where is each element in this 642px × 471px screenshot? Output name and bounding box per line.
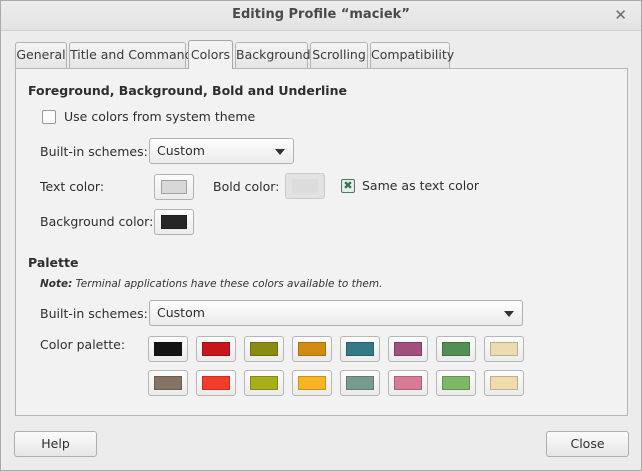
palette-color-button[interactable] bbox=[244, 336, 284, 362]
tab-background[interactable]: Background bbox=[235, 42, 311, 69]
bold-color-button[interactable] bbox=[285, 173, 325, 199]
palette-color-swatch bbox=[394, 376, 422, 390]
color-palette-label: Color palette: bbox=[40, 337, 126, 352]
bold-color-swatch bbox=[292, 179, 318, 193]
palette-color-swatch bbox=[202, 376, 230, 390]
fg-builtin-schemes-select[interactable]: Custom bbox=[149, 138, 294, 164]
use-system-theme-label: Use colors from system theme bbox=[64, 109, 256, 124]
palette-color-swatch bbox=[298, 342, 326, 356]
palette-color-button[interactable] bbox=[292, 336, 332, 362]
fg-builtin-schemes-label: Built-in schemes: bbox=[40, 144, 148, 159]
palette-color-button[interactable] bbox=[484, 370, 524, 396]
chevron-down-icon bbox=[504, 311, 514, 317]
palette-color-swatch bbox=[250, 342, 278, 356]
palette-builtin-schemes-select[interactable]: Custom bbox=[149, 300, 523, 326]
colors-panel: Foreground, Background, Bold and Underli… bbox=[15, 68, 628, 416]
palette-color-button[interactable] bbox=[148, 336, 188, 362]
bold-color-label: Bold color: bbox=[213, 179, 280, 194]
tab-general[interactable]: General bbox=[15, 42, 67, 69]
palette-section-title: Palette bbox=[28, 255, 79, 270]
profile-dialog: Editing Profile “maciek” ✕ General Title… bbox=[0, 0, 642, 471]
palette-color-swatch bbox=[154, 376, 182, 390]
close-button[interactable]: Close bbox=[546, 431, 629, 457]
tab-colors[interactable]: Colors bbox=[188, 40, 233, 69]
window-title: Editing Profile “maciek” bbox=[232, 7, 410, 22]
palette-builtin-schemes-label: Built-in schemes: bbox=[40, 306, 148, 321]
palette-note: Note: Terminal applications have these c… bbox=[40, 278, 382, 290]
palette-note-prefix: Note: bbox=[40, 278, 73, 290]
palette-color-button[interactable] bbox=[196, 370, 236, 396]
palette-color-button[interactable] bbox=[436, 336, 476, 362]
palette-color-button[interactable] bbox=[388, 370, 428, 396]
use-system-theme-checkbox[interactable] bbox=[42, 110, 56, 124]
tab-title-and-command[interactable]: Title and Command bbox=[69, 42, 193, 69]
bg-color-label: Background color: bbox=[40, 214, 154, 229]
palette-color-swatch bbox=[490, 376, 518, 390]
palette-color-swatch bbox=[346, 376, 374, 390]
same-as-text-checkbox[interactable]: ✖ bbox=[341, 179, 355, 193]
palette-color-swatch bbox=[346, 342, 374, 356]
title-bar[interactable]: Editing Profile “maciek” ✕ bbox=[1, 1, 641, 31]
bg-color-swatch bbox=[161, 215, 187, 229]
palette-color-button[interactable] bbox=[340, 370, 380, 396]
palette-color-button[interactable] bbox=[484, 336, 524, 362]
palette-color-swatch bbox=[298, 376, 326, 390]
bg-color-button[interactable] bbox=[154, 209, 194, 235]
chevron-down-icon bbox=[275, 149, 285, 155]
palette-color-button[interactable] bbox=[388, 336, 428, 362]
help-button[interactable]: Help bbox=[14, 431, 97, 457]
text-color-label: Text color: bbox=[40, 179, 105, 194]
palette-color-button[interactable] bbox=[196, 336, 236, 362]
text-color-swatch bbox=[161, 180, 187, 194]
fg-section-title: Foreground, Background, Bold and Underli… bbox=[28, 83, 347, 98]
palette-color-swatch bbox=[442, 342, 470, 356]
palette-color-button[interactable] bbox=[244, 370, 284, 396]
close-window-icon[interactable]: ✕ bbox=[614, 6, 627, 24]
palette-color-swatch bbox=[490, 342, 518, 356]
palette-color-swatch bbox=[250, 376, 278, 390]
palette-note-text: Terminal applications have these colors … bbox=[72, 278, 383, 290]
fg-builtin-schemes-value: Custom bbox=[157, 143, 205, 158]
tab-scrolling[interactable]: Scrolling bbox=[310, 42, 368, 69]
palette-color-button[interactable] bbox=[148, 370, 188, 396]
palette-builtin-schemes-value: Custom bbox=[157, 305, 205, 320]
palette-color-button[interactable] bbox=[292, 370, 332, 396]
tab-compatibility[interactable]: Compatibility bbox=[370, 42, 454, 69]
same-as-text-label: Same as text color bbox=[362, 178, 480, 193]
palette-color-button[interactable] bbox=[436, 370, 476, 396]
palette-color-swatch bbox=[202, 342, 230, 356]
palette-color-swatch bbox=[154, 342, 182, 356]
palette-color-swatch bbox=[442, 376, 470, 390]
palette-color-swatch bbox=[394, 342, 422, 356]
text-color-button[interactable] bbox=[154, 174, 194, 200]
palette-color-button[interactable] bbox=[340, 336, 380, 362]
